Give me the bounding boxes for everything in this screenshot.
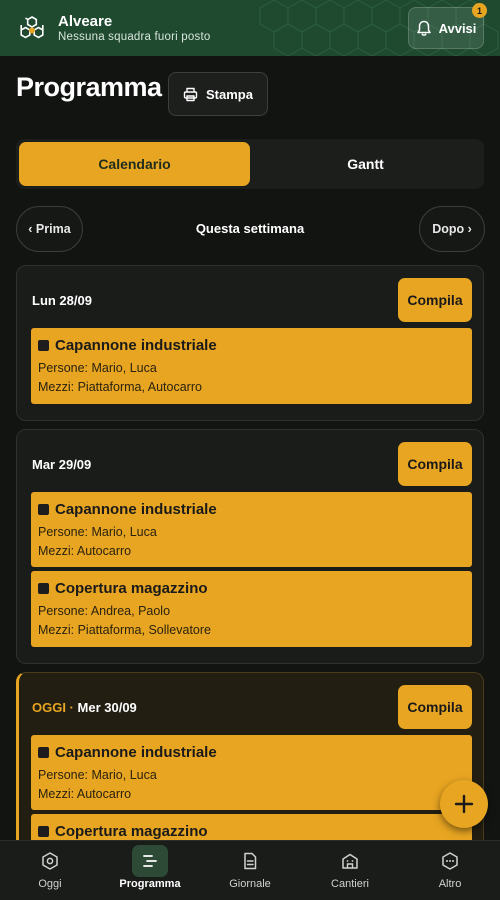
fill-button[interactable]: Compila bbox=[398, 442, 472, 486]
square-icon bbox=[38, 340, 49, 351]
nav-item-programma[interactable]: Programma bbox=[100, 841, 200, 900]
job-card[interactable]: Capannone industriale Persone: Mario, Lu… bbox=[31, 328, 472, 404]
document-icon bbox=[244, 852, 257, 870]
nav-icon-wrap bbox=[432, 845, 468, 877]
job-title: Capannone industriale bbox=[38, 337, 217, 354]
job-people: Persone: Mario, Luca bbox=[38, 361, 157, 375]
page-title: Programma bbox=[16, 72, 162, 102]
job-title: Copertura magazzino bbox=[38, 580, 208, 597]
job-title: Capannone industriale bbox=[38, 744, 217, 761]
hexagon-icon bbox=[42, 852, 58, 870]
printer-icon bbox=[183, 87, 198, 101]
day-label: Lun 28/09 bbox=[32, 293, 92, 308]
app-header: Alveare Nessuna squadra fuori posto Avvi… bbox=[0, 0, 500, 56]
fill-button[interactable]: Compila bbox=[398, 278, 472, 322]
nav-icon-wrap bbox=[232, 845, 268, 877]
next-week-button[interactable]: Dopo › bbox=[419, 206, 485, 252]
square-icon bbox=[38, 504, 49, 515]
alerts-label: Avvisi bbox=[438, 20, 477, 36]
plus-icon bbox=[454, 794, 474, 814]
square-icon bbox=[38, 747, 49, 758]
previous-week-button[interactable]: ‹ Prima bbox=[16, 206, 83, 252]
nav-icon-wrap bbox=[132, 845, 168, 877]
view-switcher: Calendario Gantt bbox=[16, 139, 484, 189]
add-button[interactable] bbox=[440, 780, 488, 828]
job-people: Persone: Andrea, Paolo bbox=[38, 604, 171, 618]
nav-label: Programma bbox=[119, 878, 181, 890]
nav-item-giornale[interactable]: Giornale bbox=[200, 841, 300, 900]
nav-icon-wrap bbox=[32, 845, 68, 877]
day-label: OGGI · Mer 30/09 bbox=[32, 700, 137, 715]
job-title-text: Copertura magazzino bbox=[55, 823, 208, 840]
day-label: Mar 29/09 bbox=[32, 457, 92, 472]
nav-item-cantieri[interactable]: Cantieri bbox=[300, 841, 400, 900]
nav-item-altro[interactable]: Altro bbox=[400, 841, 500, 900]
job-card[interactable]: Copertura magazzino Persone: Andrea, Pao… bbox=[31, 571, 472, 647]
today-tag: OGGI · bbox=[32, 700, 74, 715]
day-card: Lun 28/09 Compila Capannone industriale … bbox=[16, 265, 484, 421]
beehive-logo-icon bbox=[20, 16, 44, 39]
day-card: Mar 29/09 Compila Capannone industriale … bbox=[16, 429, 484, 664]
nav-icon-wrap bbox=[332, 845, 368, 877]
nav-label: Oggi bbox=[38, 878, 62, 890]
day-label-text: Mer 30/09 bbox=[77, 700, 137, 715]
square-icon bbox=[38, 583, 49, 594]
job-people: Persone: Mario, Luca bbox=[38, 525, 157, 539]
app-name: Alveare bbox=[58, 13, 113, 30]
nav-label: Altro bbox=[438, 878, 462, 890]
job-title-text: Capannone industriale bbox=[55, 744, 217, 761]
job-title: Copertura magazzino bbox=[38, 823, 208, 840]
job-vehicles: Mezzi: Piattaforma, Sollevatore bbox=[38, 623, 211, 637]
nav-label: Giornale bbox=[229, 878, 271, 890]
day-card-today: OGGI · Mer 30/09 Compila Capannone indus… bbox=[16, 672, 484, 874]
job-vehicles: Mezzi: Autocarro bbox=[38, 544, 132, 558]
job-card[interactable]: Capannone industriale Persone: Mario, Lu… bbox=[31, 492, 472, 567]
tab-gantt[interactable]: Gantt bbox=[250, 142, 481, 186]
bottom-navigation: Oggi Programma Giornale Cantieri Altro bbox=[0, 840, 500, 900]
bell-icon bbox=[416, 20, 431, 36]
tab-calendario[interactable]: Calendario bbox=[19, 142, 250, 186]
job-title: Capannone industriale bbox=[38, 501, 217, 518]
app-subtitle: Nessuna squadra fuori posto bbox=[58, 31, 211, 43]
fill-button[interactable]: Compila bbox=[398, 685, 472, 729]
job-title-text: Capannone industriale bbox=[55, 337, 217, 354]
job-vehicles: Mezzi: Autocarro bbox=[38, 787, 132, 801]
nav-label: Cantieri bbox=[331, 878, 369, 890]
print-button[interactable]: Stampa bbox=[168, 72, 268, 116]
current-week-label: Questa settimana bbox=[195, 221, 305, 236]
job-title-text: Copertura magazzino bbox=[55, 580, 208, 597]
more-icon bbox=[442, 852, 458, 870]
nav-item-oggi[interactable]: Oggi bbox=[0, 841, 100, 900]
schedule-icon bbox=[143, 855, 157, 867]
job-card[interactable]: Capannone industriale Persone: Mario, Lu… bbox=[31, 735, 472, 810]
print-label: Stampa bbox=[206, 86, 253, 102]
site-icon bbox=[342, 853, 358, 869]
job-title-text: Capannone industriale bbox=[55, 501, 217, 518]
job-people: Persone: Mario, Luca bbox=[38, 768, 157, 782]
job-vehicles: Mezzi: Piattaforma, Autocarro bbox=[38, 380, 202, 394]
alerts-count-badge: 1 bbox=[472, 3, 487, 18]
square-icon bbox=[38, 826, 49, 837]
